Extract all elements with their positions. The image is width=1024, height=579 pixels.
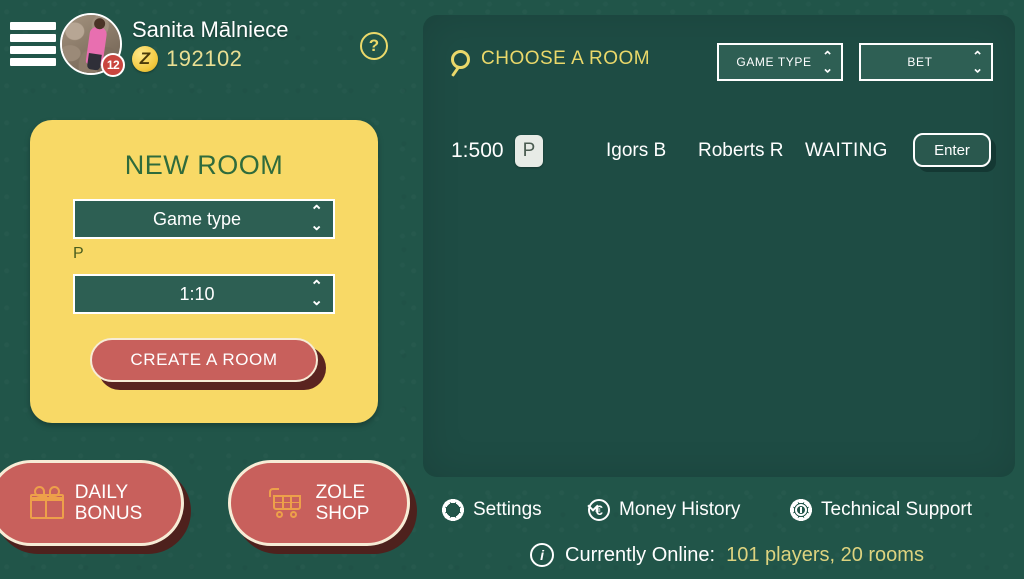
- balance-value: 192102: [166, 46, 243, 71]
- gift-ribbon: [44, 494, 48, 519]
- info-icon: i: [530, 543, 555, 567]
- nav-technical-support-label: Technical Support: [821, 499, 973, 520]
- online-status-row: i Currently Online: 101 players, 20 room…: [430, 538, 1024, 572]
- choose-room-heading: CHOOSE A ROOM: [451, 48, 650, 70]
- choose-room-label: CHOOSE A ROOM: [481, 48, 651, 69]
- euro-refresh-icon: €: [588, 499, 610, 521]
- shopping-cart-icon: [268, 487, 305, 519]
- bottom-nav: Settings € Money History Technical Suppo…: [430, 490, 1024, 530]
- chevron-down-icon[interactable]: ⌄: [972, 61, 983, 74]
- game-type-select[interactable]: Game type ⌃ ⌄: [73, 199, 335, 239]
- enter-button[interactable]: Enter: [913, 133, 991, 167]
- hamburger-bar: [10, 58, 56, 66]
- hamburger-icon[interactable]: [10, 20, 56, 68]
- daily-bonus-button[interactable]: DAILY BONUS: [0, 460, 184, 546]
- chevron-down-icon[interactable]: ⌄: [310, 218, 323, 232]
- nav-settings[interactable]: Settings: [442, 499, 542, 521]
- zole-shop-label: ZOLE SHOP: [315, 481, 370, 524]
- avatar[interactable]: 12: [60, 13, 125, 77]
- level-badge: 12: [101, 53, 125, 77]
- room-list-panel: CHOOSE A ROOM GAME TYPE ⌃ ⌄ BET ⌃ ⌄ 1:50…: [423, 15, 1015, 477]
- chevron-up-icon[interactable]: ⌃: [972, 49, 983, 62]
- game-type-value: Game type: [152, 208, 242, 229]
- filter-bet[interactable]: BET ⌃ ⌄: [859, 43, 993, 81]
- zole-shop-button-wrap: ZOLE SHOP: [228, 460, 417, 554]
- enter-button-wrap: Enter: [913, 133, 996, 172]
- chevron-updown-icon[interactable]: ⌃ ⌄: [972, 49, 983, 74]
- user-name: Sanita Mālniece: [132, 17, 289, 42]
- chevron-down-icon[interactable]: ⌄: [310, 293, 323, 307]
- chevron-updown-icon[interactable]: ⌃ ⌄: [310, 204, 323, 232]
- bet-value: 1:10: [179, 283, 215, 304]
- new-room-title: NEW ROOM: [124, 150, 284, 180]
- cart-wheel-right: [289, 511, 297, 518]
- support-gear-inner: [795, 504, 807, 516]
- daily-bonus-label: DAILY BONUS: [74, 481, 143, 524]
- gift-icon: [29, 486, 64, 519]
- chevron-updown-icon[interactable]: ⌃ ⌄: [822, 49, 833, 74]
- top-bar: 12 Sanita Mālniece Z 192102 ?: [0, 0, 420, 92]
- magnifier-icon: [451, 49, 470, 69]
- support-gear-icon: [790, 499, 812, 521]
- hamburger-bar: [10, 34, 56, 42]
- chevron-up-icon[interactable]: ⌃: [310, 204, 323, 218]
- room-type-badge: P: [515, 135, 543, 167]
- room-panel-header: CHOOSE A ROOM GAME TYPE ⌃ ⌄ BET ⌃ ⌄: [423, 43, 1015, 85]
- nav-technical-support[interactable]: Technical Support: [790, 499, 972, 521]
- hamburger-bar: [10, 46, 56, 54]
- table-row[interactable]: 1:500 P Igors B Roberts R WAITING Enter: [423, 123, 1015, 179]
- daily-bonus-button-wrap: DAILY BONUS: [0, 460, 191, 554]
- cart-wheel-left: [275, 511, 283, 518]
- cart-basket: [272, 495, 301, 510]
- nav-settings-label: Settings: [473, 499, 542, 520]
- nav-money-history-label: Money History: [619, 499, 741, 520]
- balance-row: Z 192102: [132, 46, 242, 72]
- status-badge: WAITING: [805, 140, 888, 161]
- game-type-note: P: [73, 245, 84, 262]
- nav-money-history[interactable]: € Money History: [588, 499, 740, 521]
- create-room-button-wrap: CREATE A ROOM: [90, 338, 326, 390]
- chevron-down-icon[interactable]: ⌄: [822, 61, 833, 74]
- hamburger-bar: [10, 22, 56, 30]
- bet-select[interactable]: 1:10 ⌃ ⌄: [73, 274, 335, 314]
- room-player-2: Roberts R: [698, 140, 784, 161]
- filter-game-type[interactable]: GAME TYPE ⌃ ⌄: [717, 43, 843, 81]
- online-status-label: Currently Online:: [565, 543, 716, 566]
- create-room-button[interactable]: CREATE A ROOM: [90, 338, 318, 382]
- zole-shop-button[interactable]: ZOLE SHOP: [228, 460, 410, 546]
- gear-icon: [442, 499, 464, 521]
- room-player-1: Igors B: [606, 140, 667, 161]
- chevron-up-icon[interactable]: ⌃: [310, 279, 323, 293]
- new-room-card: NEW ROOM Game type ⌃ ⌄ P 1:10 ⌃ ⌄ CREATE…: [30, 120, 378, 423]
- online-status-value: 101 players, 20 rooms: [726, 543, 924, 566]
- question-mark-icon[interactable]: ?: [360, 32, 388, 60]
- chevron-up-icon[interactable]: ⌃: [822, 49, 833, 62]
- chevron-updown-icon[interactable]: ⌃ ⌄: [310, 279, 323, 307]
- zole-coin-icon: Z: [132, 46, 158, 72]
- room-bet: 1:500: [451, 139, 504, 162]
